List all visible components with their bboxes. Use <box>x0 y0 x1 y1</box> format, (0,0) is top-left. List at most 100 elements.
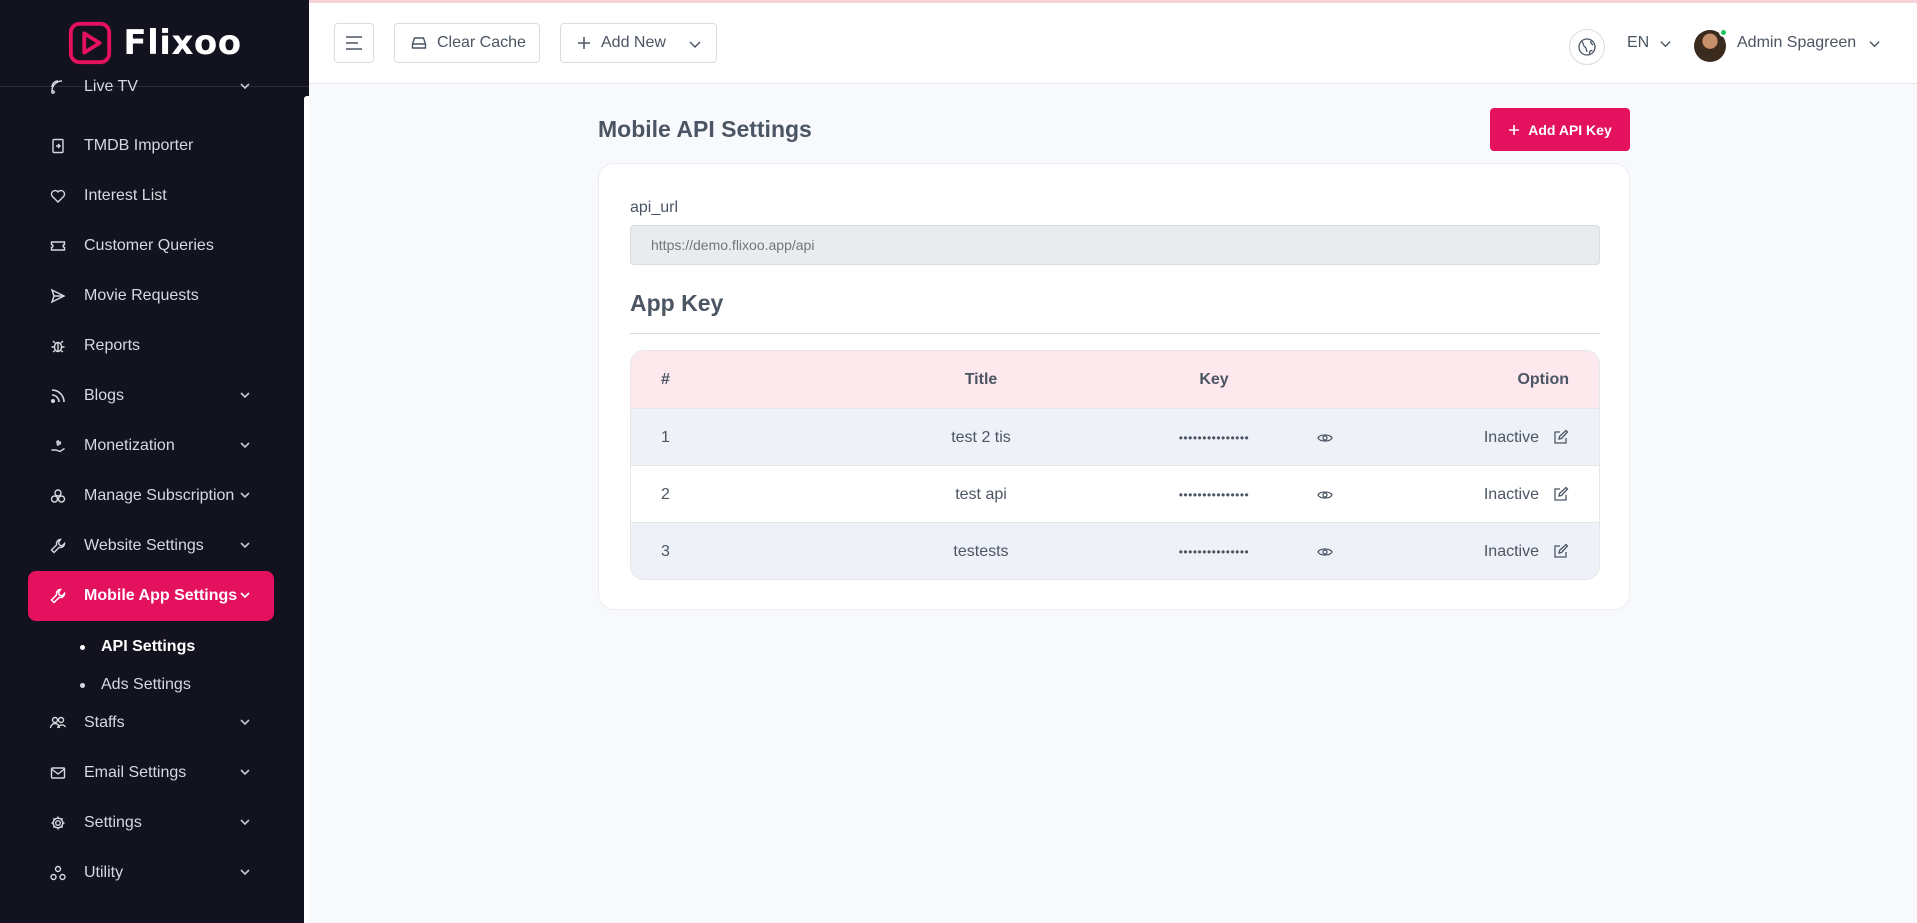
edit-icon[interactable] <box>1553 429 1569 445</box>
drive-icon <box>411 37 427 49</box>
sidebar-subitem-api-settings[interactable]: API Settings <box>80 632 195 662</box>
plus-icon <box>578 37 590 49</box>
online-status-icon <box>1719 28 1728 37</box>
bug-icon <box>48 336 68 356</box>
rss-icon <box>48 386 68 406</box>
wrench-icon <box>48 586 68 606</box>
chevron-down-icon <box>240 869 250 876</box>
topbar: Clear Cache Add New EN Admin Spagreen <box>309 0 1917 84</box>
sidebar-item-label: Manage Subscription <box>84 487 235 504</box>
sidebar-subitem-label: Ads Settings <box>101 676 191 693</box>
sidebar-item-label: Staffs <box>84 714 125 731</box>
flixoo-logo-icon <box>69 21 112 65</box>
api-url-label: api_url <box>630 199 679 216</box>
sidebar-item-customer-queries[interactable]: Customer Queries <box>28 221 274 271</box>
sidebar-item-movie-requests[interactable]: Movie Requests <box>28 271 274 321</box>
column-header-number: # <box>661 370 670 388</box>
edit-icon[interactable] <box>1553 486 1569 502</box>
row-key-masked: ••••••••••••••• <box>1178 544 1250 559</box>
avatar[interactable] <box>1694 28 1728 62</box>
sidebar-item-staffs[interactable]: Staffs <box>28 698 274 748</box>
sidebar-scrollbar[interactable] <box>304 96 309 923</box>
sidebar-item-manage-subscription[interactable]: Manage Subscription <box>28 471 274 521</box>
sidebar-item-label: Reports <box>84 337 141 354</box>
sidebar-item-settings[interactable]: Settings <box>28 798 274 848</box>
menu-toggle-button[interactable] <box>334 23 374 63</box>
sidebar-subitem-label: API Settings <box>101 638 196 655</box>
row-number: 1 <box>661 428 670 446</box>
send-icon <box>48 286 68 306</box>
language-label: EN <box>1627 34 1650 51</box>
sidebar-item-utility[interactable]: Utility <box>28 848 274 898</box>
users-icon <box>48 713 68 733</box>
sidebar-item-reports[interactable]: Reports <box>28 321 274 371</box>
sidebar-subitem-ads-settings[interactable]: Ads Settings <box>80 670 191 700</box>
edit-icon[interactable] <box>1553 543 1569 559</box>
status-toggle[interactable]: Inactive <box>1484 409 1539 466</box>
sidebar-item-live-tv[interactable]: Live TV <box>28 62 274 112</box>
tv-icon <box>48 77 68 97</box>
gear-icon <box>48 813 68 833</box>
eye-icon[interactable] <box>1317 430 1333 446</box>
chevron-down-icon <box>1869 40 1880 47</box>
import-icon <box>48 136 68 156</box>
eye-icon[interactable] <box>1317 544 1333 560</box>
row-key-masked: ••••••••••••••• <box>1178 487 1250 502</box>
api-url-input[interactable] <box>630 225 1600 265</box>
clear-cache-button[interactable]: Clear Cache <box>394 23 540 63</box>
sidebar-item-label: Movie Requests <box>84 287 199 304</box>
sidebar-item-label: Settings <box>84 814 142 831</box>
chevron-down-icon <box>689 41 701 49</box>
row-key-masked: ••••••••••••••• <box>1178 430 1250 445</box>
money-icon <box>48 436 68 456</box>
globe-icon <box>1578 38 1596 56</box>
table-row: 2 test api ••••••••••••••• Inactive <box>631 465 1599 522</box>
user-menu[interactable]: Admin Spagreen <box>1737 34 1881 52</box>
bullet-icon <box>80 644 85 650</box>
clear-cache-label: Clear Cache <box>437 34 526 51</box>
chevron-down-icon <box>240 392 250 399</box>
table-row: 3 testests ••••••••••••••• Inactive <box>631 522 1599 579</box>
sidebar-item-email-settings[interactable]: Email Settings <box>28 748 274 798</box>
plus-icon <box>1509 124 1520 135</box>
chevron-down-icon <box>1660 40 1671 47</box>
column-header-option: Option <box>1517 370 1569 388</box>
row-number: 3 <box>661 542 670 560</box>
sidebar-item-tmdb-importer[interactable]: TMDB Importer <box>28 121 274 171</box>
chevron-down-icon <box>240 592 250 599</box>
column-header-key: Key <box>1199 370 1229 388</box>
sidebar-item-label: TMDB Importer <box>84 137 194 154</box>
status-toggle[interactable]: Inactive <box>1484 523 1539 579</box>
sidebar-item-website-settings[interactable]: Website Settings <box>28 521 274 571</box>
sidebar-item-label: Customer Queries <box>84 237 214 254</box>
sidebar-item-monetization[interactable]: Monetization <box>28 421 274 471</box>
hamburger-icon <box>346 36 362 50</box>
sidebar-item-mobile-app-settings[interactable]: Mobile App Settings <box>28 571 274 621</box>
add-new-button[interactable]: Add New <box>560 23 717 63</box>
status-toggle[interactable]: Inactive <box>1484 466 1539 523</box>
row-title: testests <box>953 542 1009 560</box>
sidebar-item-label: Monetization <box>84 437 175 454</box>
page-title: Mobile API Settings <box>598 116 812 142</box>
api-settings-card: api_url App Key # Title Key Option 1 tes… <box>598 163 1630 610</box>
sidebar-item-label: Interest List <box>84 187 167 204</box>
eye-icon[interactable] <box>1317 487 1333 503</box>
sidebar-item-label: Email Settings <box>84 764 187 781</box>
mail-icon <box>48 763 68 783</box>
user-name: Admin Spagreen <box>1737 34 1857 51</box>
add-new-label: Add New <box>601 34 666 51</box>
sidebar-item-blogs[interactable]: Blogs <box>28 371 274 421</box>
globe-button[interactable] <box>1569 29 1605 65</box>
row-title: test api <box>955 485 1007 503</box>
app-key-table: # Title Key Option 1 test 2 tis ••••••••… <box>630 350 1600 580</box>
app-key-title: App Key <box>630 290 724 316</box>
chevron-down-icon <box>240 769 250 776</box>
language-selector[interactable]: EN <box>1627 34 1672 52</box>
chevron-down-icon <box>240 542 250 549</box>
add-api-key-button[interactable]: Add API Key <box>1490 108 1630 151</box>
subscription-icon <box>48 486 68 506</box>
row-number: 2 <box>661 485 670 503</box>
divider <box>630 333 1600 334</box>
sidebar-item-interest-list[interactable]: Interest List <box>28 171 274 221</box>
row-title: test 2 tis <box>951 428 1011 446</box>
